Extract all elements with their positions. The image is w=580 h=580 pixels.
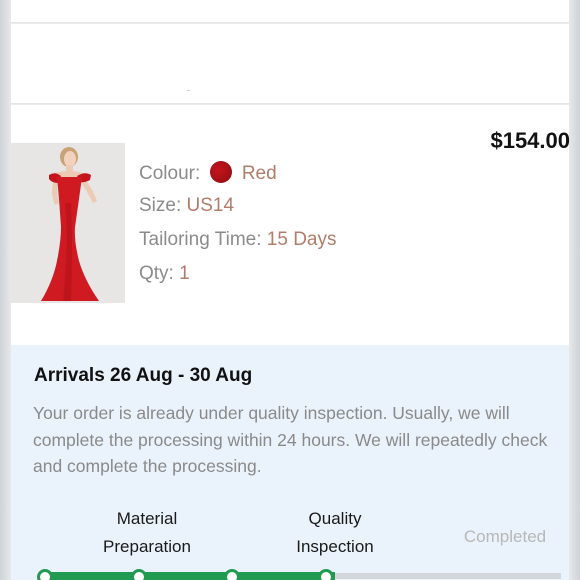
- progress-node: [37, 569, 53, 580]
- progress-track-remaining: [335, 573, 561, 579]
- step-label-line1: Completed: [463, 527, 547, 546]
- tailoring-value: 15 Days: [266, 229, 337, 250]
- colour-row: Colour: Red: [139, 161, 277, 185]
- dress-photo: [11, 143, 125, 303]
- size-row: Size: US14: [139, 195, 234, 217]
- blank-card: [11, 24, 569, 104]
- step-label-line1: Quality: [308, 509, 362, 528]
- step-label-line2: Preparation: [103, 537, 191, 556]
- colour-label: Colour:: [139, 163, 201, 184]
- progress-node: [224, 569, 240, 580]
- step-material-preparation: Material Preparation: [87, 505, 207, 561]
- progress-node: [131, 569, 147, 580]
- progress-track-done: [45, 572, 335, 580]
- shipping-info-card: Arrivals 26 Aug - 30 Aug Your order is a…: [11, 345, 569, 580]
- product-card[interactable]: $154.00 Colour: Red Size: US14 Tailoring…: [11, 105, 570, 345]
- size-value: US14: [186, 195, 235, 216]
- product-image[interactable]: [11, 143, 125, 303]
- top-card: [11, 0, 569, 23]
- size-label: Size:: [139, 195, 182, 216]
- qty-row: Qty: 1: [139, 263, 190, 285]
- tailoring-label: Tailoring Time:: [139, 229, 262, 250]
- arrival-window: Arrivals 26 Aug - 30 Aug: [34, 365, 253, 386]
- qty-label: Qty:: [139, 263, 174, 284]
- step-completed: Completed: [445, 523, 565, 551]
- processing-message: Your order is already under quality insp…: [33, 403, 548, 476]
- qty-value: 1: [179, 263, 190, 284]
- colour-value: Red: [241, 163, 277, 184]
- tailoring-row: Tailoring Time: 15 Days: [139, 229, 336, 251]
- order-detail-page: $154.00 Colour: Red Size: US14 Tailoring…: [0, 0, 580, 580]
- colour-swatch: [209, 161, 232, 183]
- step-quality-inspection: Quality Inspection: [275, 505, 395, 561]
- right-edge: [569, 0, 580, 580]
- step-label-line2: Inspection: [296, 537, 374, 556]
- divider-mark: [187, 90, 190, 91]
- step-label-line1: Material: [116, 509, 178, 528]
- progress-node: [318, 569, 334, 580]
- product-price: $154.00: [490, 128, 570, 153]
- left-edge: [0, 0, 11, 580]
